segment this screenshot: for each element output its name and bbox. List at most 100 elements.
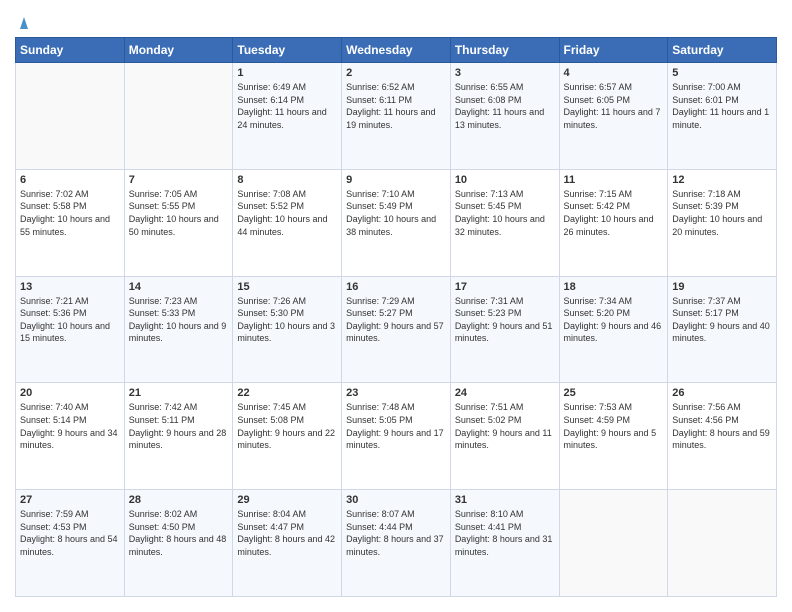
day-number: 12	[672, 174, 772, 186]
cell-content: Sunrise: 7:02 AMSunset: 5:58 PMDaylight:…	[20, 188, 120, 238]
calendar-cell: 30 Sunrise: 8:07 AMSunset: 4:44 PMDayligh…	[342, 490, 451, 597]
calendar-cell: 23 Sunrise: 7:48 AMSunset: 5:05 PMDayligh…	[342, 383, 451, 490]
calendar-week-row: 1Sunrise: 6:49 AMSunset: 6:14 PMDaylight…	[16, 63, 777, 170]
cell-content: Sunrise: 7:59 AMSunset: 4:53 PMDaylight:…	[20, 508, 120, 558]
calendar-cell: 28 Sunrise: 8:02 AMSunset: 4:50 PMDayligh…	[124, 490, 233, 597]
day-number: 13	[20, 281, 120, 293]
cell-content: Sunrise: 6:49 AMSunset: 6:14 PMDaylight:…	[237, 81, 337, 131]
cell-content: Sunrise: 7:42 AMSunset: 5:11 PMDaylight:…	[129, 401, 229, 451]
day-number: 15	[237, 281, 337, 293]
calendar-cell: 14 Sunrise: 7:23 AMSunset: 5:33 PMDayligh…	[124, 276, 233, 383]
calendar-week-row: 20 Sunrise: 7:40 AMSunset: 5:14 PMDayligh…	[16, 383, 777, 490]
calendar-cell: 16 Sunrise: 7:29 AMSunset: 5:27 PMDayligh…	[342, 276, 451, 383]
calendar-header-row: SundayMondayTuesdayWednesdayThursdayFrid…	[16, 38, 777, 63]
day-number: 5	[672, 67, 772, 79]
calendar-cell: 25 Sunrise: 7:53 AMSunset: 4:59 PMDayligh…	[559, 383, 668, 490]
page: SundayMondayTuesdayWednesdayThursdayFrid…	[0, 0, 792, 612]
calendar-cell	[124, 63, 233, 170]
day-number: 21	[129, 387, 229, 399]
cell-content: Sunrise: 7:34 AMSunset: 5:20 PMDaylight:…	[564, 295, 664, 345]
day-of-week-header: Monday	[124, 38, 233, 63]
day-number: 16	[346, 281, 446, 293]
day-number: 2	[346, 67, 446, 79]
day-number: 4	[564, 67, 664, 79]
cell-content: Sunrise: 7:37 AMSunset: 5:17 PMDaylight:…	[672, 295, 772, 345]
day-number: 19	[672, 281, 772, 293]
calendar-cell: 17 Sunrise: 7:31 AMSunset: 5:23 PMDayligh…	[450, 276, 559, 383]
cell-content: Sunrise: 8:02 AMSunset: 4:50 PMDaylight:…	[129, 508, 229, 558]
calendar-cell: 11 Sunrise: 7:15 AMSunset: 5:42 PMDayligh…	[559, 169, 668, 276]
calendar-cell: 31 Sunrise: 8:10 AMSunset: 4:41 PMDayligh…	[450, 490, 559, 597]
calendar-cell: 6 Sunrise: 7:02 AMSunset: 5:58 PMDaylight…	[16, 169, 125, 276]
cell-content: Sunrise: 7:48 AMSunset: 5:05 PMDaylight:…	[346, 401, 446, 451]
cell-content: Sunrise: 6:55 AMSunset: 6:08 PMDaylight:…	[455, 81, 555, 131]
day-number: 25	[564, 387, 664, 399]
cell-content: Sunrise: 7:00 AMSunset: 6:01 PMDaylight:…	[672, 81, 772, 131]
logo-triangle-icon	[16, 15, 32, 31]
calendar-week-row: 6 Sunrise: 7:02 AMSunset: 5:58 PMDaylight…	[16, 169, 777, 276]
header	[15, 15, 777, 27]
calendar-cell: 5 Sunrise: 7:00 AMSunset: 6:01 PMDaylight…	[668, 63, 777, 170]
day-number: 17	[455, 281, 555, 293]
cell-content: Sunrise: 7:31 AMSunset: 5:23 PMDaylight:…	[455, 295, 555, 345]
cell-content: Sunrise: 7:29 AMSunset: 5:27 PMDaylight:…	[346, 295, 446, 345]
calendar-week-row: 27 Sunrise: 7:59 AMSunset: 4:53 PMDayligh…	[16, 490, 777, 597]
calendar-cell: 21 Sunrise: 7:42 AMSunset: 5:11 PMDayligh…	[124, 383, 233, 490]
cell-content: Sunrise: 8:10 AMSunset: 4:41 PMDaylight:…	[455, 508, 555, 558]
day-number: 22	[237, 387, 337, 399]
day-number: 6	[20, 174, 120, 186]
day-number: 24	[455, 387, 555, 399]
calendar-cell: 9Sunrise: 7:10 AMSunset: 5:49 PMDaylight…	[342, 169, 451, 276]
day-number: 14	[129, 281, 229, 293]
cell-content: Sunrise: 8:04 AMSunset: 4:47 PMDaylight:…	[237, 508, 337, 558]
calendar-cell	[16, 63, 125, 170]
calendar-cell: 22Sunrise: 7:45 AMSunset: 5:08 PMDayligh…	[233, 383, 342, 490]
day-number: 8	[237, 174, 337, 186]
calendar-cell: 7Sunrise: 7:05 AMSunset: 5:55 PMDaylight…	[124, 169, 233, 276]
cell-content: Sunrise: 7:08 AMSunset: 5:52 PMDaylight:…	[237, 188, 337, 238]
cell-content: Sunrise: 7:51 AMSunset: 5:02 PMDaylight:…	[455, 401, 555, 451]
day-number: 28	[129, 494, 229, 506]
day-of-week-header: Saturday	[668, 38, 777, 63]
day-number: 23	[346, 387, 446, 399]
calendar-cell: 15 Sunrise: 7:26 AMSunset: 5:30 PMDayligh…	[233, 276, 342, 383]
cell-content: Sunrise: 7:18 AMSunset: 5:39 PMDaylight:…	[672, 188, 772, 238]
day-of-week-header: Sunday	[16, 38, 125, 63]
calendar-cell: 12 Sunrise: 7:18 AMSunset: 5:39 PMDayligh…	[668, 169, 777, 276]
cell-content: Sunrise: 7:53 AMSunset: 4:59 PMDaylight:…	[564, 401, 664, 451]
cell-content: Sunrise: 7:23 AMSunset: 5:33 PMDaylight:…	[129, 295, 229, 345]
calendar-cell: 24 Sunrise: 7:51 AMSunset: 5:02 PMDayligh…	[450, 383, 559, 490]
day-number: 11	[564, 174, 664, 186]
cell-content: Sunrise: 7:21 AMSunset: 5:36 PMDaylight:…	[20, 295, 120, 345]
day-number: 18	[564, 281, 664, 293]
day-number: 7	[129, 174, 229, 186]
day-number: 3	[455, 67, 555, 79]
day-number: 20	[20, 387, 120, 399]
day-of-week-header: Tuesday	[233, 38, 342, 63]
calendar-table: SundayMondayTuesdayWednesdayThursdayFrid…	[15, 37, 777, 597]
cell-content: Sunrise: 7:15 AMSunset: 5:42 PMDaylight:…	[564, 188, 664, 238]
calendar-cell: 8 Sunrise: 7:08 AMSunset: 5:52 PMDaylight…	[233, 169, 342, 276]
day-number: 30	[346, 494, 446, 506]
cell-content: Sunrise: 7:40 AMSunset: 5:14 PMDaylight:…	[20, 401, 120, 451]
cell-content: Sunrise: 8:07 AMSunset: 4:44 PMDaylight:…	[346, 508, 446, 558]
calendar-cell: 2 Sunrise: 6:52 AMSunset: 6:11 PMDaylight…	[342, 63, 451, 170]
calendar-week-row: 13 Sunrise: 7:21 AMSunset: 5:36 PMDayligh…	[16, 276, 777, 383]
cell-content: Sunrise: 6:52 AMSunset: 6:11 PMDaylight:…	[346, 81, 446, 131]
calendar-cell: 13 Sunrise: 7:21 AMSunset: 5:36 PMDayligh…	[16, 276, 125, 383]
calendar-cell: 20 Sunrise: 7:40 AMSunset: 5:14 PMDayligh…	[16, 383, 125, 490]
day-number: 31	[455, 494, 555, 506]
cell-content: Sunrise: 7:10 AMSunset: 5:49 PMDaylight:…	[346, 188, 446, 238]
calendar-cell: 26 Sunrise: 7:56 AMSunset: 4:56 PMDayligh…	[668, 383, 777, 490]
calendar-cell: 4Sunrise: 6:57 AMSunset: 6:05 PMDaylight…	[559, 63, 668, 170]
day-number: 10	[455, 174, 555, 186]
cell-content: Sunrise: 7:56 AMSunset: 4:56 PMDaylight:…	[672, 401, 772, 451]
day-number: 26	[672, 387, 772, 399]
calendar-cell: 10 Sunrise: 7:13 AMSunset: 5:45 PMDayligh…	[450, 169, 559, 276]
day-number: 27	[20, 494, 120, 506]
calendar-cell	[559, 490, 668, 597]
cell-content: Sunrise: 7:13 AMSunset: 5:45 PMDaylight:…	[455, 188, 555, 238]
cell-content: Sunrise: 7:26 AMSunset: 5:30 PMDaylight:…	[237, 295, 337, 345]
calendar-cell: 27 Sunrise: 7:59 AMSunset: 4:53 PMDayligh…	[16, 490, 125, 597]
calendar-cell: 19 Sunrise: 7:37 AMSunset: 5:17 PMDayligh…	[668, 276, 777, 383]
